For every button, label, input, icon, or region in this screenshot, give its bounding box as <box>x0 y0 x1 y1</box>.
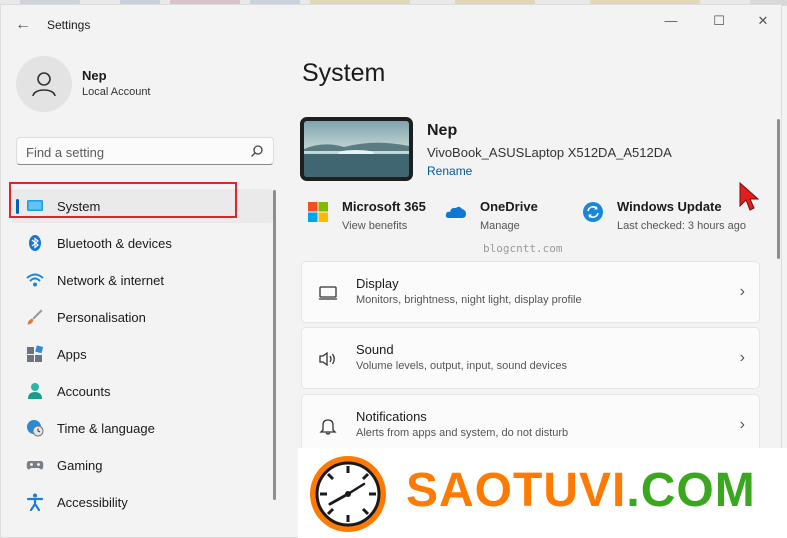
cloud-icon <box>445 206 466 218</box>
chevron-right-icon: › <box>739 349 745 366</box>
sidebar-item-accessibility[interactable]: Accessibility <box>11 485 273 519</box>
user-name: Nep <box>82 68 107 83</box>
main-scrollbar[interactable] <box>777 119 780 259</box>
sidebar-item-label: Accounts <box>57 384 111 399</box>
sidebar: Nep Local Account System <box>1 43 281 538</box>
sidebar-item-gaming[interactable]: Gaming <box>11 448 273 482</box>
sidebar-scrollbar[interactable] <box>273 190 276 500</box>
back-button[interactable]: ← <box>12 15 34 35</box>
avatar[interactable] <box>16 56 72 112</box>
quick-link-title: Microsoft 365 <box>342 199 426 214</box>
card-title: Notifications <box>356 409 427 424</box>
title-bar: ← Settings — ☐ ✕ <box>1 5 781 43</box>
clock-logo-icon <box>310 456 386 532</box>
settings-card-display[interactable]: Display Monitors, brightness, night ligh… <box>301 261 760 323</box>
account-type: Local Account <box>82 86 151 98</box>
sidebar-item-label: Time & language <box>57 421 155 436</box>
quick-link-subtitle: Manage <box>480 220 520 232</box>
microsoft-logo-icon <box>308 202 328 222</box>
sidebar-item-label: Bluetooth & devices <box>57 236 172 251</box>
card-subtitle: Alerts from apps and system, do not dist… <box>356 427 569 439</box>
search-icon[interactable] <box>250 144 264 158</box>
bluetooth-icon <box>29 235 41 251</box>
wifi-icon <box>26 273 44 287</box>
search-box[interactable] <box>16 137 274 165</box>
brush-icon <box>27 309 43 325</box>
sidebar-item-label: Accessibility <box>57 495 128 510</box>
speaker-icon <box>319 351 335 367</box>
sidebar-item-label: Apps <box>57 347 87 362</box>
accessibility-icon <box>26 493 44 511</box>
sidebar-item-label: Network & internet <box>57 273 164 288</box>
card-subtitle: Monitors, brightness, night light, displ… <box>356 294 582 306</box>
device-name: Nep <box>427 122 458 139</box>
sidebar-item-bluetooth[interactable]: Bluetooth & devices <box>11 226 273 260</box>
red-highlight-annotation <box>9 182 237 218</box>
rename-link[interactable]: Rename <box>427 164 472 178</box>
banner-brand-main: SAOTUVI <box>406 464 627 517</box>
quick-link-subtitle: View benefits <box>342 220 408 232</box>
device-wallpaper-thumbnail <box>300 117 413 181</box>
settings-card-sound[interactable]: Sound Volume levels, output, input, soun… <box>301 327 760 389</box>
banner-brand-text: SAOTUVI.COM <box>406 463 756 518</box>
mouse-cursor-icon <box>739 182 760 211</box>
display-icon <box>319 286 337 300</box>
quick-link-microsoft-365[interactable]: Microsoft 365 View benefits <box>307 193 437 235</box>
quick-link-onedrive[interactable]: OneDrive Manage <box>445 193 545 235</box>
quick-link-title: OneDrive <box>480 199 538 214</box>
sidebar-item-label: Personalisation <box>57 310 146 325</box>
update-icon <box>583 202 603 222</box>
quick-link-windows-update[interactable]: Windows Update Last checked: 3 hours ago <box>582 193 762 235</box>
card-title: Sound <box>356 342 394 357</box>
sidebar-item-time-language[interactable]: Time & language <box>11 411 273 445</box>
banner-brand-suffix: .COM <box>626 464 756 517</box>
watermark-banner: SAOTUVI.COM <box>298 448 787 538</box>
quick-link-subtitle: Last checked: 3 hours ago <box>617 220 747 232</box>
sidebar-item-label: Gaming <box>57 458 103 473</box>
bell-icon <box>319 419 337 435</box>
globe-clock-icon <box>27 420 44 437</box>
chevron-right-icon: › <box>739 283 745 300</box>
chevron-right-icon: › <box>739 416 745 433</box>
close-button[interactable]: ✕ <box>743 10 783 32</box>
person-icon <box>32 72 56 97</box>
page-title: System <box>302 59 386 87</box>
apps-icon <box>27 345 44 362</box>
settings-card-notifications[interactable]: Notifications Alerts from apps and syste… <box>301 394 760 456</box>
search-input[interactable] <box>26 143 236 161</box>
app-title: Settings <box>47 18 91 32</box>
person-icon <box>28 383 42 399</box>
gamepad-icon <box>26 461 44 470</box>
card-subtitle: Volume levels, output, input, sound devi… <box>356 360 567 372</box>
card-title: Display <box>356 276 399 291</box>
sidebar-item-network[interactable]: Network & internet <box>11 263 273 297</box>
sidebar-item-apps[interactable]: Apps <box>11 337 273 371</box>
maximize-button[interactable]: ☐ <box>699 10 739 32</box>
quick-link-title: Windows Update <box>617 199 722 214</box>
minimize-button[interactable]: — <box>651 10 691 32</box>
sidebar-item-personalisation[interactable]: Personalisation <box>11 300 273 334</box>
device-model: VivoBook_ASUSLaptop X512DA_A512DA <box>427 145 672 160</box>
sidebar-item-accounts[interactable]: Accounts <box>11 374 273 408</box>
watermark-text: blogcntt.com <box>483 242 563 255</box>
